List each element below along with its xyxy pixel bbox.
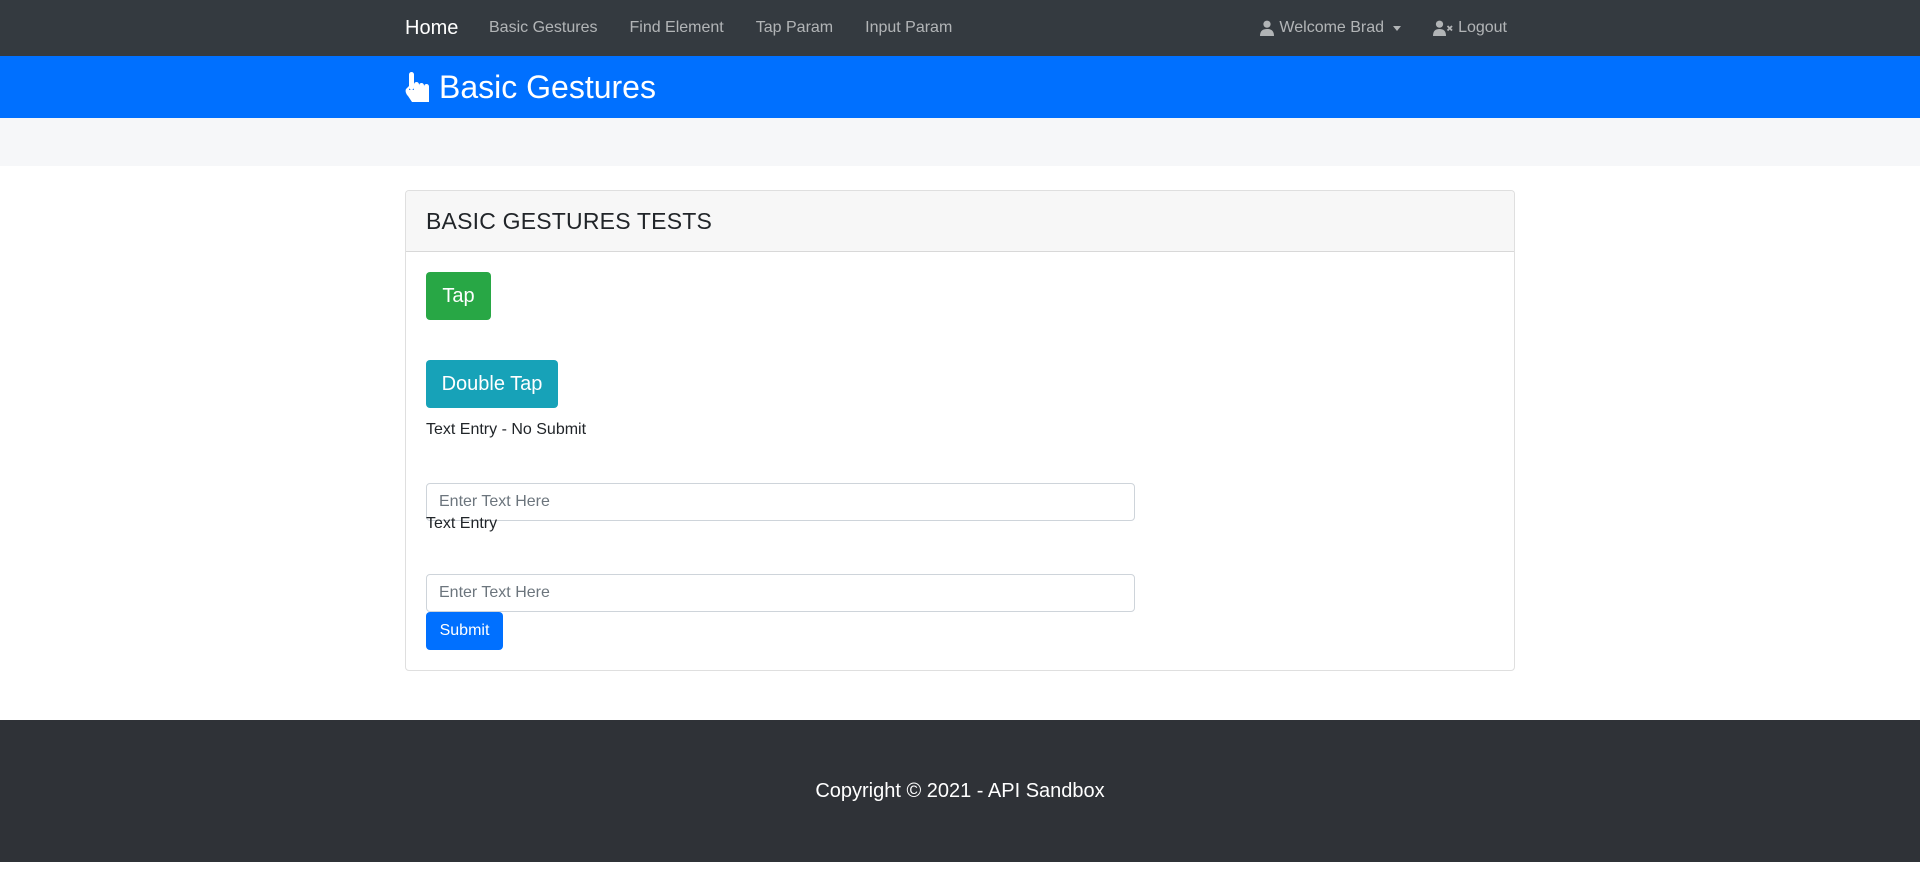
- text-entry-no-submit-label: Text Entry - No Submit: [426, 421, 587, 438]
- page-footer: Copyright © 2021 - API Sandbox: [0, 720, 1920, 862]
- double-tap-button[interactable]: Double Tap: [426, 360, 558, 408]
- page-title: Basic Gestures: [439, 68, 656, 105]
- nav-link-input-param[interactable]: Input Param: [865, 0, 952, 56]
- nav-link-tap-param[interactable]: Tap Param: [756, 0, 833, 56]
- logout-link[interactable]: Logout: [1433, 19, 1507, 37]
- nav-right: Welcome Brad Logout: [1228, 0, 1507, 56]
- user-times-icon: [1433, 20, 1453, 36]
- user-menu-label: Welcome Brad: [1279, 19, 1385, 36]
- text-entry-label: Text Entry: [426, 515, 498, 532]
- nav-link-basic-gestures[interactable]: Basic Gestures: [489, 0, 597, 56]
- footer-copyright: Copyright © 2021 - API Sandbox: [815, 779, 1105, 802]
- gestures-card: BASIC GESTURES TESTS Tap Double Tap Text…: [405, 190, 1515, 671]
- top-navbar: Home Basic Gestures Find Element Tap Par…: [0, 0, 1920, 56]
- nav-link-find-element[interactable]: Find Element: [629, 0, 723, 56]
- user-menu-dropdown[interactable]: Welcome Brad: [1260, 19, 1402, 37]
- logout-label: Logout: [1458, 19, 1507, 36]
- tap-button[interactable]: Tap: [426, 272, 491, 320]
- banner-inner: Basic Gestures: [405, 56, 656, 118]
- text-entry-no-submit-input[interactable]: [426, 483, 1135, 521]
- nav-brand-home[interactable]: Home: [405, 0, 458, 56]
- caret-down-icon: [1393, 25, 1402, 31]
- pointer-hand-icon: [405, 72, 429, 102]
- submit-button[interactable]: Submit: [426, 612, 503, 650]
- header-strip: [0, 118, 1920, 166]
- card-title: BASIC GESTURES TESTS: [426, 207, 713, 234]
- user-icon: [1260, 20, 1275, 36]
- page-banner: Basic Gestures: [0, 56, 1920, 118]
- card-header: BASIC GESTURES TESTS: [406, 191, 1514, 252]
- text-entry-input[interactable]: [426, 574, 1135, 612]
- nav-links: Basic Gestures Find Element Tap Param In…: [489, 0, 984, 56]
